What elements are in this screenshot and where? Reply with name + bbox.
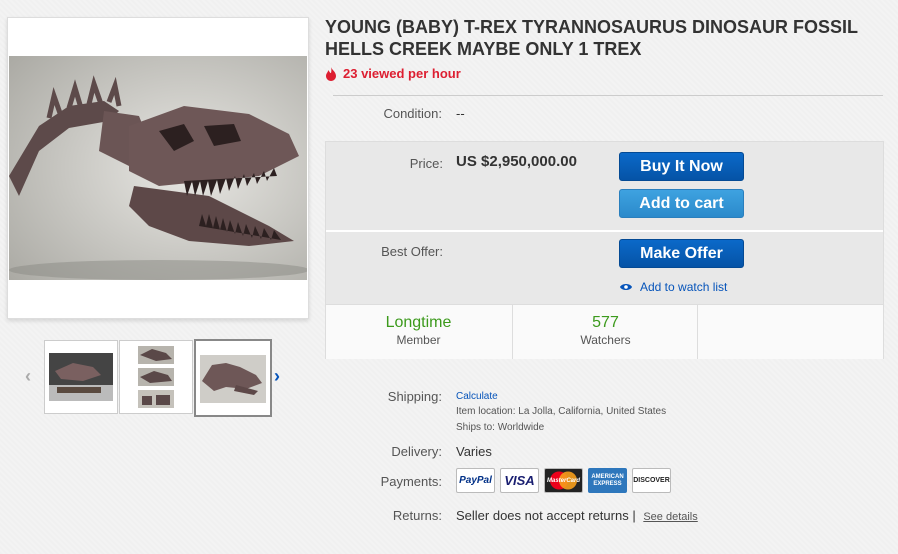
watch-text: Add to watch list [640, 280, 728, 294]
best-offer-label: Best Offer: [381, 244, 443, 259]
thumbnail-3-image [200, 355, 266, 403]
stat-watchers: 577 Watchers [512, 305, 698, 359]
make-offer-button[interactable]: Make Offer [619, 239, 744, 268]
amex-logo: AMERICAN EXPRESS [588, 468, 627, 493]
title-divider [333, 95, 883, 96]
item-location: Item location: La Jolla, California, Uni… [456, 406, 666, 417]
see-details-link[interactable]: See details [643, 511, 697, 523]
delivery-value: Varies [456, 444, 492, 459]
stat-small: Watchers [580, 333, 631, 347]
thumbnail-3-selected[interactable] [194, 339, 272, 417]
chevron-left-icon[interactable]: ‹ [25, 366, 31, 387]
shipping-label: Shipping: [387, 389, 442, 404]
ships-to: Ships to: Worldwide [456, 422, 544, 433]
trex-skull-photo [9, 56, 307, 280]
mastercard-text: MasterCard [546, 477, 580, 484]
item-location-value: La Jolla, California, United States [518, 406, 667, 417]
listing-title: YOUNG (BABY) T-REX TYRANNOSAURUS DINOSAU… [325, 17, 858, 59]
visa-logo: VISA [500, 468, 539, 493]
payment-logos: PayPal VISA MasterCard AMERICAN EXPRESS … [456, 468, 671, 493]
stat-big: 577 [592, 314, 619, 331]
ships-to-label: Ships to: [456, 422, 495, 433]
item-location-label: Item location: [456, 406, 516, 417]
delivery-label: Delivery: [391, 444, 442, 459]
paypal-logo: PayPal [456, 468, 495, 493]
condition-value: -- [456, 106, 465, 121]
calculate-shipping-link[interactable]: Calculate [456, 391, 498, 402]
returns-value: Seller does not accept returns | See det… [456, 508, 698, 523]
visa-text: VISA [504, 473, 535, 488]
thumbnail-2-image [138, 346, 174, 408]
add-to-cart-button[interactable]: Add to cart [619, 189, 744, 218]
add-to-watch-list-link[interactable]: Add to watch list [620, 280, 727, 294]
condition-label: Condition: [383, 106, 442, 121]
payments-label: Payments: [380, 474, 442, 489]
discover-logo: DISCOVER [632, 468, 671, 493]
eye-icon [620, 284, 632, 290]
paypal-text: PayPal [459, 475, 492, 486]
buybox-divider [326, 230, 883, 232]
mastercard-logo: MasterCard [544, 468, 583, 493]
returns-label: Returns: [392, 508, 442, 523]
buy-it-now-button[interactable]: Buy It Now [619, 152, 744, 181]
thumbnail-1-image [49, 353, 113, 401]
chevron-right-icon[interactable]: › [274, 366, 280, 387]
main-image[interactable] [7, 17, 309, 319]
thumbnail-1[interactable] [44, 340, 118, 414]
price-value: US $2,950,000.00 [456, 153, 577, 170]
thumbnail-strip: ‹ › [25, 339, 295, 417]
buy-box: Price: US $2,950,000.00 Buy It Now Add t… [325, 141, 884, 359]
stat-longtime-member: Longtime Member [326, 305, 511, 359]
stat-big: Longtime [385, 314, 452, 331]
amex-text: AMERICAN EXPRESS [591, 473, 624, 487]
viewed-text: 23 viewed per hour [343, 66, 461, 81]
seller-stats: Longtime Member 577 Watchers [326, 304, 883, 359]
thumbnail-2[interactable] [119, 340, 193, 414]
returns-text: Seller does not accept returns | [456, 508, 636, 523]
price-label: Price: [409, 156, 443, 171]
ships-to-value: Worldwide [497, 422, 545, 433]
stat-empty [697, 305, 883, 359]
viewed-per-hour: 23 viewed per hour [325, 66, 461, 81]
fire-icon [326, 66, 336, 81]
discover-text: DISCOVER [633, 477, 670, 484]
stat-small: Member [396, 333, 441, 347]
